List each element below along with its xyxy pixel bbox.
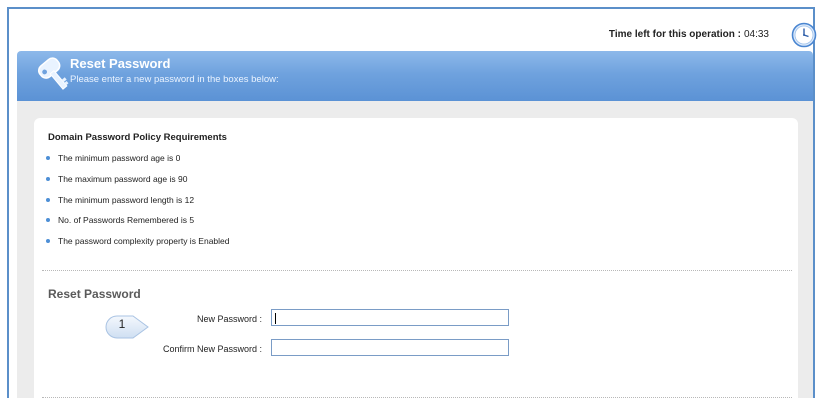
bullet-icon xyxy=(46,217,50,222)
policy-item: The maximum password age is 90 xyxy=(46,174,187,184)
policy-title: Domain Password Policy Requirements xyxy=(48,132,227,143)
policy-item: The minimum password age is 0 xyxy=(46,153,180,163)
time-left-label: Time left for this operation : xyxy=(608,29,741,40)
policy-item: The password complexity property is Enab… xyxy=(46,236,230,246)
step-number: 1 xyxy=(118,317,126,331)
bullet-icon xyxy=(46,197,50,202)
policy-item: The minimum password length is 12 xyxy=(46,195,194,205)
clock-icon xyxy=(791,22,817,48)
confirm-password-field[interactable] xyxy=(271,339,509,356)
reset-section-heading: Reset Password xyxy=(48,287,141,301)
time-left-indicator: Time left for this operation :04:33 xyxy=(609,29,769,40)
policy-item-text: The password complexity property is Enab… xyxy=(58,236,230,246)
page-title: Reset Password xyxy=(70,56,171,71)
key-icon xyxy=(37,57,69,90)
bullet-icon xyxy=(46,238,50,243)
policy-item-text: The minimum password length is 12 xyxy=(58,195,195,205)
policy-item-text: The maximum password age is 90 xyxy=(58,174,188,184)
policy-item: No. of Passwords Remembered is 5 xyxy=(46,215,194,225)
bullet-icon xyxy=(46,155,50,160)
reset-password-header: Reset Password Please enter a new passwo… xyxy=(17,51,813,101)
time-left-value: 04:33 xyxy=(743,29,769,40)
policy-item-text: The minimum password age is 0 xyxy=(58,153,181,163)
section-divider xyxy=(42,270,792,271)
bullet-icon xyxy=(46,176,50,181)
new-password-label: New Password : xyxy=(196,314,262,324)
text-cursor xyxy=(275,313,276,324)
page-subtitle: Please enter a new password in the boxes… xyxy=(70,74,279,85)
confirm-password-label: Confirm New Password : xyxy=(162,344,262,354)
policy-item-text: No. of Passwords Remembered is 5 xyxy=(58,215,195,225)
new-password-field[interactable] xyxy=(271,309,509,326)
